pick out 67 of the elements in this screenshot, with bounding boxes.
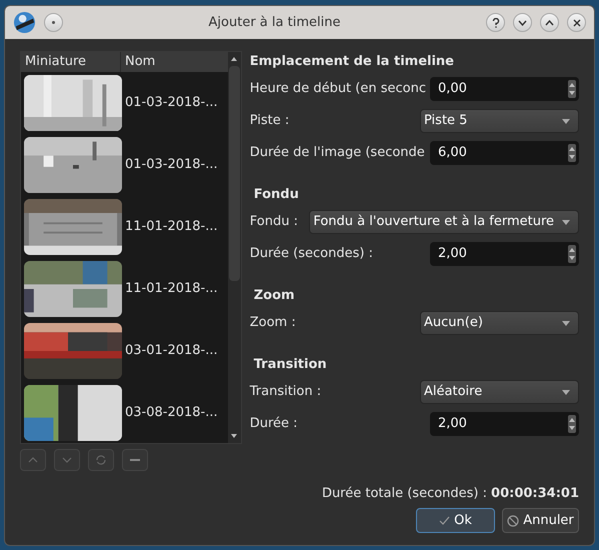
cancel-icon (507, 514, 520, 526)
dropdown-arrow-icon (562, 390, 570, 394)
app-logo-icon (13, 11, 36, 34)
close-icon (572, 18, 580, 26)
spin-value: 6,00 (438, 144, 467, 162)
pin-button[interactable] (44, 13, 63, 32)
cancel-button[interactable]: Annuler (502, 508, 579, 533)
up-button[interactable] (20, 449, 46, 471)
field-label: Heure de début (en seconc (250, 80, 426, 98)
dropdown[interactable]: Aléatoire (420, 380, 579, 404)
field-label: Zoom : (250, 314, 296, 332)
down-button[interactable] (54, 449, 80, 471)
field-label: Transition : (250, 383, 322, 402)
section-heading: Transition (252, 356, 328, 374)
remove-button[interactable] (122, 449, 148, 471)
spin-value: 0,00 (438, 80, 467, 98)
column-header[interactable]: Nom (121, 52, 228, 72)
spin-box[interactable]: 2,00 (430, 242, 579, 266)
window-title: Ajouter à la timeline (208, 14, 342, 32)
minimize-button[interactable] (513, 13, 532, 32)
scrollbar[interactable] (228, 52, 241, 443)
dropdown[interactable]: Piste 5 (420, 109, 579, 133)
spin-arrows-icon (568, 80, 576, 98)
section-heading: Zoom (252, 287, 296, 305)
file-name[interactable]: 11-01-2018-... (125, 217, 218, 237)
spin-arrows-icon (568, 144, 576, 162)
field-label: Durée de l'image (seconde (250, 144, 425, 162)
section-heading: Emplacement de la timeline (250, 53, 455, 71)
dropdown-arrow-icon (562, 118, 570, 124)
spin-box[interactable]: 6,00 (430, 141, 579, 165)
chevron-up-icon (28, 457, 38, 463)
field-label: Piste : (250, 112, 290, 130)
total-label: Durée totale (secondes) : (322, 484, 488, 502)
file-name[interactable]: 11-01-2018-... (125, 279, 218, 299)
field-label: Durée (secondes) : (250, 245, 373, 264)
chevron-up-icon (545, 20, 554, 26)
spin-arrows-icon (568, 415, 576, 433)
field-label: Durée : (250, 415, 298, 434)
refresh-icon (95, 454, 107, 466)
dropdown-arrow-icon (562, 220, 570, 224)
refresh-button[interactable] (88, 449, 114, 471)
dropdown-arrow-icon (562, 320, 570, 326)
spin-value: 2,00 (438, 415, 467, 434)
spin-box[interactable]: 2,00 (430, 412, 579, 436)
file-name[interactable]: 01-03-2018-... (125, 155, 218, 175)
dropdown[interactable]: Fondu à l'ouverture et à la fermeture (309, 210, 579, 234)
scrollbar-thumb[interactable] (228, 66, 240, 281)
maximize-button[interactable] (540, 13, 559, 32)
spin-value: 2,00 (438, 245, 467, 264)
help-icon (492, 18, 500, 28)
spin-arrows-icon (568, 245, 576, 263)
chevron-down-icon (62, 457, 72, 463)
check-icon (439, 516, 450, 525)
spin-box[interactable]: 0,00 (430, 77, 579, 101)
dropdown[interactable]: Aucun(e) (420, 311, 579, 335)
close-button[interactable] (567, 13, 586, 32)
field-label: Fondu : (250, 213, 298, 232)
column-header[interactable]: Miniature (21, 52, 121, 72)
ok-button[interactable]: Ok (416, 508, 495, 533)
chevron-down-icon (518, 20, 527, 26)
file-name[interactable]: 03-01-2018-... (125, 341, 218, 361)
help-button[interactable] (486, 13, 505, 32)
file-name[interactable]: 03-08-2018-... (125, 403, 218, 423)
section-heading: Fondu (252, 186, 300, 204)
minus-icon (130, 459, 140, 461)
total-value: 00:00:34:01 (491, 484, 579, 502)
file-name[interactable]: 01-03-2018-... (125, 93, 218, 113)
